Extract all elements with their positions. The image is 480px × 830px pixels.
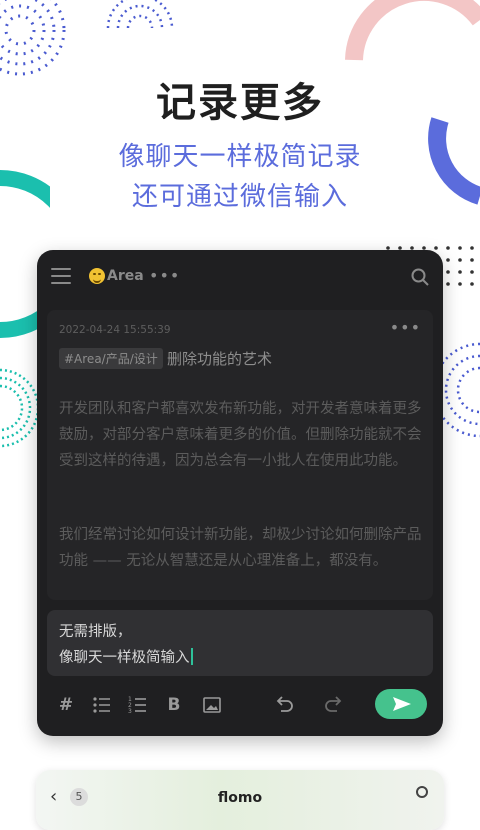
memo-paragraph-1: 开发团队和客户都喜欢发布新功能，对开发者意味着更多鼓励，对部分客户意味着更多的价… — [59, 401, 422, 469]
input-line-2-text: 像聊天一样极简输入 — [59, 650, 190, 666]
memo-input-box[interactable]: 无需排版， 像聊天一样极简输入 — [47, 610, 433, 676]
subtitle-line-2: 还可通过微信输入 — [131, 182, 348, 212]
blue-dashed-rings-decoration — [440, 342, 480, 438]
grinning-face-icon — [89, 268, 105, 284]
search-icon[interactable] — [416, 786, 428, 798]
app-screen-mockup: Area ••• 2022-04-24 15:55:39 ••• #Area/产… — [37, 250, 443, 736]
input-line-2: 像聊天一样极简输入 — [59, 646, 193, 667]
input-line-1: 无需排版， — [59, 624, 132, 640]
editor-toolbar: # 123 B — [37, 686, 443, 726]
search-icon[interactable] — [411, 268, 429, 286]
text-cursor — [190, 648, 193, 665]
app-topbar: Area ••• — [37, 250, 443, 304]
memo-tag[interactable]: #Area/产品/设计 — [59, 348, 163, 369]
memo-paragraph-2: 我们经常讨论如何设计新功能，却极少讨论如何删除产品功能 —— 无论从智慧还是从心… — [59, 527, 422, 569]
svg-text:3: 3 — [128, 708, 132, 715]
image-icon[interactable] — [201, 694, 223, 716]
next-screen-preview: ‹ 5 flomo — [36, 770, 444, 830]
subtitle-line-1: 像聊天一样极简记录 — [118, 142, 362, 172]
tag-hash-button[interactable]: # — [55, 694, 77, 716]
redo-icon[interactable] — [323, 694, 345, 716]
memo-more-icon[interactable]: ••• — [390, 318, 421, 337]
memo-timestamp: 2022-04-24 15:55:39 — [59, 324, 171, 336]
page-title: 记录更多 — [156, 80, 324, 126]
undo-icon[interactable] — [273, 694, 295, 716]
workspace-more-icon[interactable]: ••• — [149, 266, 180, 285]
workspace-name[interactable]: Area — [107, 268, 144, 284]
send-icon — [393, 697, 411, 711]
pink-ring-decoration — [345, 0, 480, 61]
bullet-list-icon[interactable] — [91, 694, 113, 716]
bold-button[interactable]: B — [163, 694, 185, 716]
memo-card: 2022-04-24 15:55:39 ••• #Area/产品/设计 删除功能… — [47, 310, 433, 600]
teal-dashed-rings-decoration — [0, 368, 40, 448]
preview-title: flomo — [217, 790, 263, 806]
memo-title: 删除功能的艺术 — [167, 350, 273, 368]
numbered-list-icon[interactable]: 123 — [127, 694, 149, 716]
dashed-arc-decoration — [106, 0, 174, 28]
menu-icon[interactable] — [51, 268, 71, 284]
send-button[interactable] — [375, 689, 427, 719]
